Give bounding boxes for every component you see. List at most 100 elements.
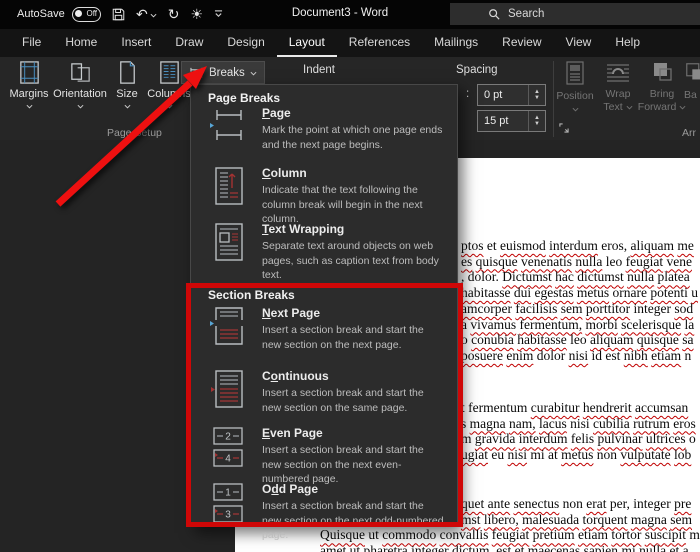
size-label: Size [108,88,146,100]
menu-item-odd-page[interactable]: 1 3 Odd Page Insert a section break and … [209,482,447,543]
position-icon [564,61,586,87]
menu-item-description: Separate text around objects on web page… [262,239,444,283]
tab-file[interactable]: File [10,29,53,57]
document-line: m gravida interdum felis pulvinar ultric… [461,431,696,447]
tab-review[interactable]: Review [490,29,553,57]
position-label: Position [553,90,597,103]
section-breaks-header: Section Breaks [208,288,295,302]
paragraph-dialog-launcher-icon[interactable] [559,120,569,138]
bring-forward-button: Bring Forward [637,61,687,113]
tab-insert[interactable]: Insert [109,29,163,57]
spacing-label: Spacing [456,64,498,76]
menu-item-text-wrapping[interactable]: Text Wrapping Separate text around objec… [209,222,447,283]
document-line: s magna nam, lacus nisi cubilia rutrum e… [461,416,696,432]
tab-home[interactable]: Home [53,29,109,57]
document-line: amcorper facilisis sem porttitor integer… [461,301,693,317]
menu-item-title: Page [262,106,444,121]
menu-item-title: Odd Page [262,482,444,497]
even-page-icon: 2 4 [209,426,249,487]
menu-item-column[interactable]: Column Indicate that the text following … [209,166,447,227]
wrap-text-icon [605,61,631,85]
menu-item-description: Insert a section break and start the new… [262,386,444,415]
brightness-icon[interactable]: ☀ [190,4,203,24]
tab-help[interactable]: Help [603,29,652,57]
menu-item-next-page[interactable]: Next Page Insert a section break and sta… [209,306,447,353]
document-line: t fermentum curabitur hendrerit accumsan [461,400,688,416]
tab-layout[interactable]: Layout [277,29,337,57]
bring-forward-label-2: Forward [638,101,677,113]
continuous-icon [209,369,249,416]
send-backward-button-partial: Ba [684,61,700,102]
menu-item-description: Mark the point at which one page ends an… [262,123,444,152]
quick-access-toolbar: ↶ ↻ ☀ [112,4,223,24]
menu-item-page[interactable]: Page Mark the point at which one page en… [209,106,447,153]
svg-text:4: 4 [225,454,231,465]
document-line: amet ut pharetra integer dictum, est et … [320,543,689,552]
page-break-icon [209,106,249,153]
svg-text:1: 1 [225,488,231,499]
bring-forward-icon [649,61,675,85]
menu-item-continuous[interactable]: Continuous Insert a section break and st… [209,369,447,416]
columns-label: Columns [146,88,192,100]
tab-draw[interactable]: Draw [163,29,215,57]
margins-button[interactable]: Margins [6,60,52,112]
spacing-after-field[interactable]: 15 pt ▲▼ [477,110,546,132]
size-button[interactable]: Size [108,60,146,112]
search-input[interactable]: Search [450,3,700,25]
document-line: quet ante senectus non erat per, integer… [461,496,691,512]
svg-text:2: 2 [225,432,231,443]
margins-icon [17,60,42,85]
undo-icon[interactable]: ↶ [136,4,157,24]
document-line: , dolor. Dictumst hac dictumst nulla pla… [461,269,690,285]
breaks-button[interactable]: Breaks [181,61,265,84]
columns-icon [157,60,182,85]
menu-item-title: Even Page [262,426,444,441]
arrange-group-label-partial: Arr [682,127,696,139]
size-icon [115,60,140,85]
document-title: Document3 - Word [240,7,440,19]
column-break-icon [209,166,249,227]
margins-label: Margins [6,88,52,100]
menu-item-even-page[interactable]: 2 4 Even Page Insert a section break and… [209,426,447,487]
text-wrapping-icon [209,222,249,283]
more-commands-icon[interactable] [214,10,223,18]
menu-item-title: Next Page [262,306,444,321]
document-line: habitasse dui egestas metus ornare poten… [461,285,698,301]
position-button: Position [553,61,597,115]
autosave-toggle[interactable]: Off [72,7,101,22]
menu-item-description: Insert a section break and start the new… [262,323,444,352]
menu-item-description: Insert a section break and start the new… [262,499,444,543]
tab-mailings[interactable]: Mailings [422,29,490,57]
title-bar: AutoSave Off ↶ ↻ ☀ Document3 - Word Sear… [0,0,700,29]
orientation-icon [68,60,93,85]
odd-page-icon: 1 3 [209,482,249,543]
wrap-text-label-2: Text [603,101,622,113]
spacing-before-field[interactable]: 0 pt ▲▼ [477,84,546,106]
toggle-knob [75,10,82,17]
breaks-label: Breaks [209,67,245,79]
document-line: es quisque venenatis nulla leo feugiat v… [461,254,692,270]
spinner-arrows[interactable]: ▲▼ [528,111,545,131]
menu-item-title: Text Wrapping [262,222,444,237]
breaks-icon [189,67,204,79]
menu-item-description: Indicate that the text following the col… [262,183,444,227]
next-page-icon [209,306,249,353]
spacing-before-value: 0 pt [478,89,528,101]
menu-item-description: Insert a section break and start the new… [262,443,444,487]
spacing-after-value: 15 pt [478,115,528,127]
search-icon [488,8,500,20]
indent-label: Indent [303,64,335,76]
page-setup-group-label: Page Setup [107,127,162,139]
search-placeholder: Search [508,8,544,20]
redo-icon[interactable]: ↻ [168,4,180,24]
field-colon: : [466,88,469,100]
spinner-arrows[interactable]: ▲▼ [528,85,545,105]
save-icon[interactable] [112,8,125,21]
ribbon-tabs: FileHomeInsertDrawDesignLayoutReferences… [0,29,700,57]
wrap-text-button: Wrap Text [597,61,639,113]
word-window: AutoSave Off ↶ ↻ ☀ Document3 - Word Sear… [0,0,700,552]
orientation-button[interactable]: Orientation [52,60,108,112]
tab-design[interactable]: Design [215,29,276,57]
tab-references[interactable]: References [337,29,422,57]
tab-view[interactable]: View [554,29,604,57]
